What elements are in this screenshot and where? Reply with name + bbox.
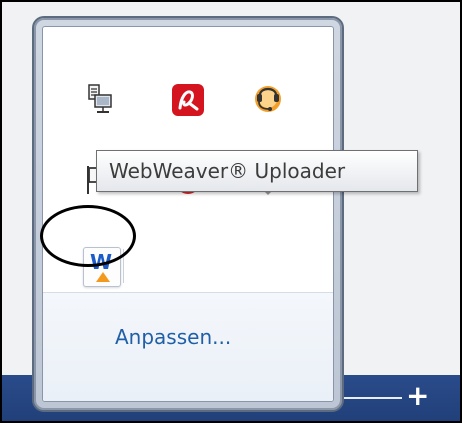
tooltip: WebWeaver® Uploader — [96, 150, 418, 192]
headset-icon[interactable] — [251, 81, 285, 115]
avira-antivirus-icon[interactable] — [171, 83, 205, 117]
highlight-circle-annotation — [40, 205, 136, 267]
flyout-footer: Anpassen... — [43, 292, 333, 401]
customize-link[interactable]: Anpassen... — [115, 325, 231, 349]
webweaver-triangle-icon — [96, 272, 110, 282]
plus-icon[interactable]: + — [406, 379, 429, 412]
network-icon[interactable] — [83, 83, 117, 117]
screenshot-frame: + W Anpassen... WebWeaver® Uploader — [0, 0, 462, 423]
